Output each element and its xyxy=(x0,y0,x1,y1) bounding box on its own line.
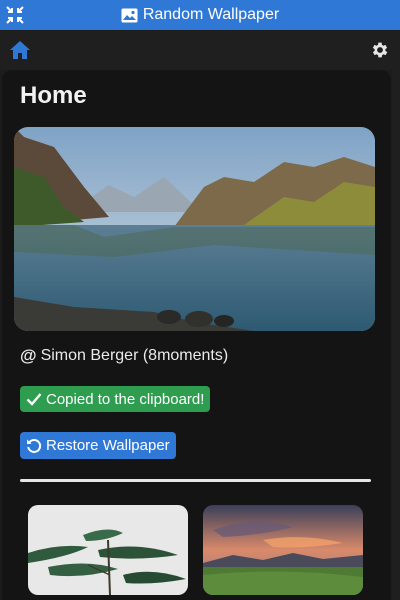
page-title: Home xyxy=(20,82,87,109)
notification-text: Copied to the clipboard! xyxy=(46,390,205,408)
restore-wallpaper-label: Restore Wallpaper xyxy=(46,437,170,454)
wallpaper-author[interactable]: @ Simon Berger (8moments) xyxy=(20,346,228,366)
gear-icon[interactable] xyxy=(368,38,392,62)
home-icon[interactable] xyxy=(8,38,32,62)
toolbar xyxy=(0,30,400,70)
history-thumbnail[interactable] xyxy=(28,505,188,595)
window-title-text: Random Wallpaper xyxy=(142,6,280,23)
collapse-arrows-icon[interactable] xyxy=(4,4,26,26)
clipboard-notification: Copied to the clipboard! xyxy=(20,386,211,412)
author-name: Simon Berger (8moments) xyxy=(40,347,229,364)
restore-wallpaper-button[interactable]: Restore Wallpaper xyxy=(20,432,176,459)
check-icon xyxy=(26,393,42,406)
window-title: Random Wallpaper xyxy=(121,6,279,24)
current-wallpaper-preview[interactable] xyxy=(14,127,375,331)
main-panel: Home @ Simon Berger (8moments) Copied to… xyxy=(2,70,391,600)
title-bar: Random Wallpaper xyxy=(0,0,400,30)
section-divider xyxy=(20,479,371,482)
scrollbar[interactable] xyxy=(392,70,400,600)
at-icon: @ xyxy=(20,346,37,365)
history-thumbnail[interactable] xyxy=(203,505,363,595)
undo-icon xyxy=(27,438,42,453)
image-icon xyxy=(121,6,139,24)
